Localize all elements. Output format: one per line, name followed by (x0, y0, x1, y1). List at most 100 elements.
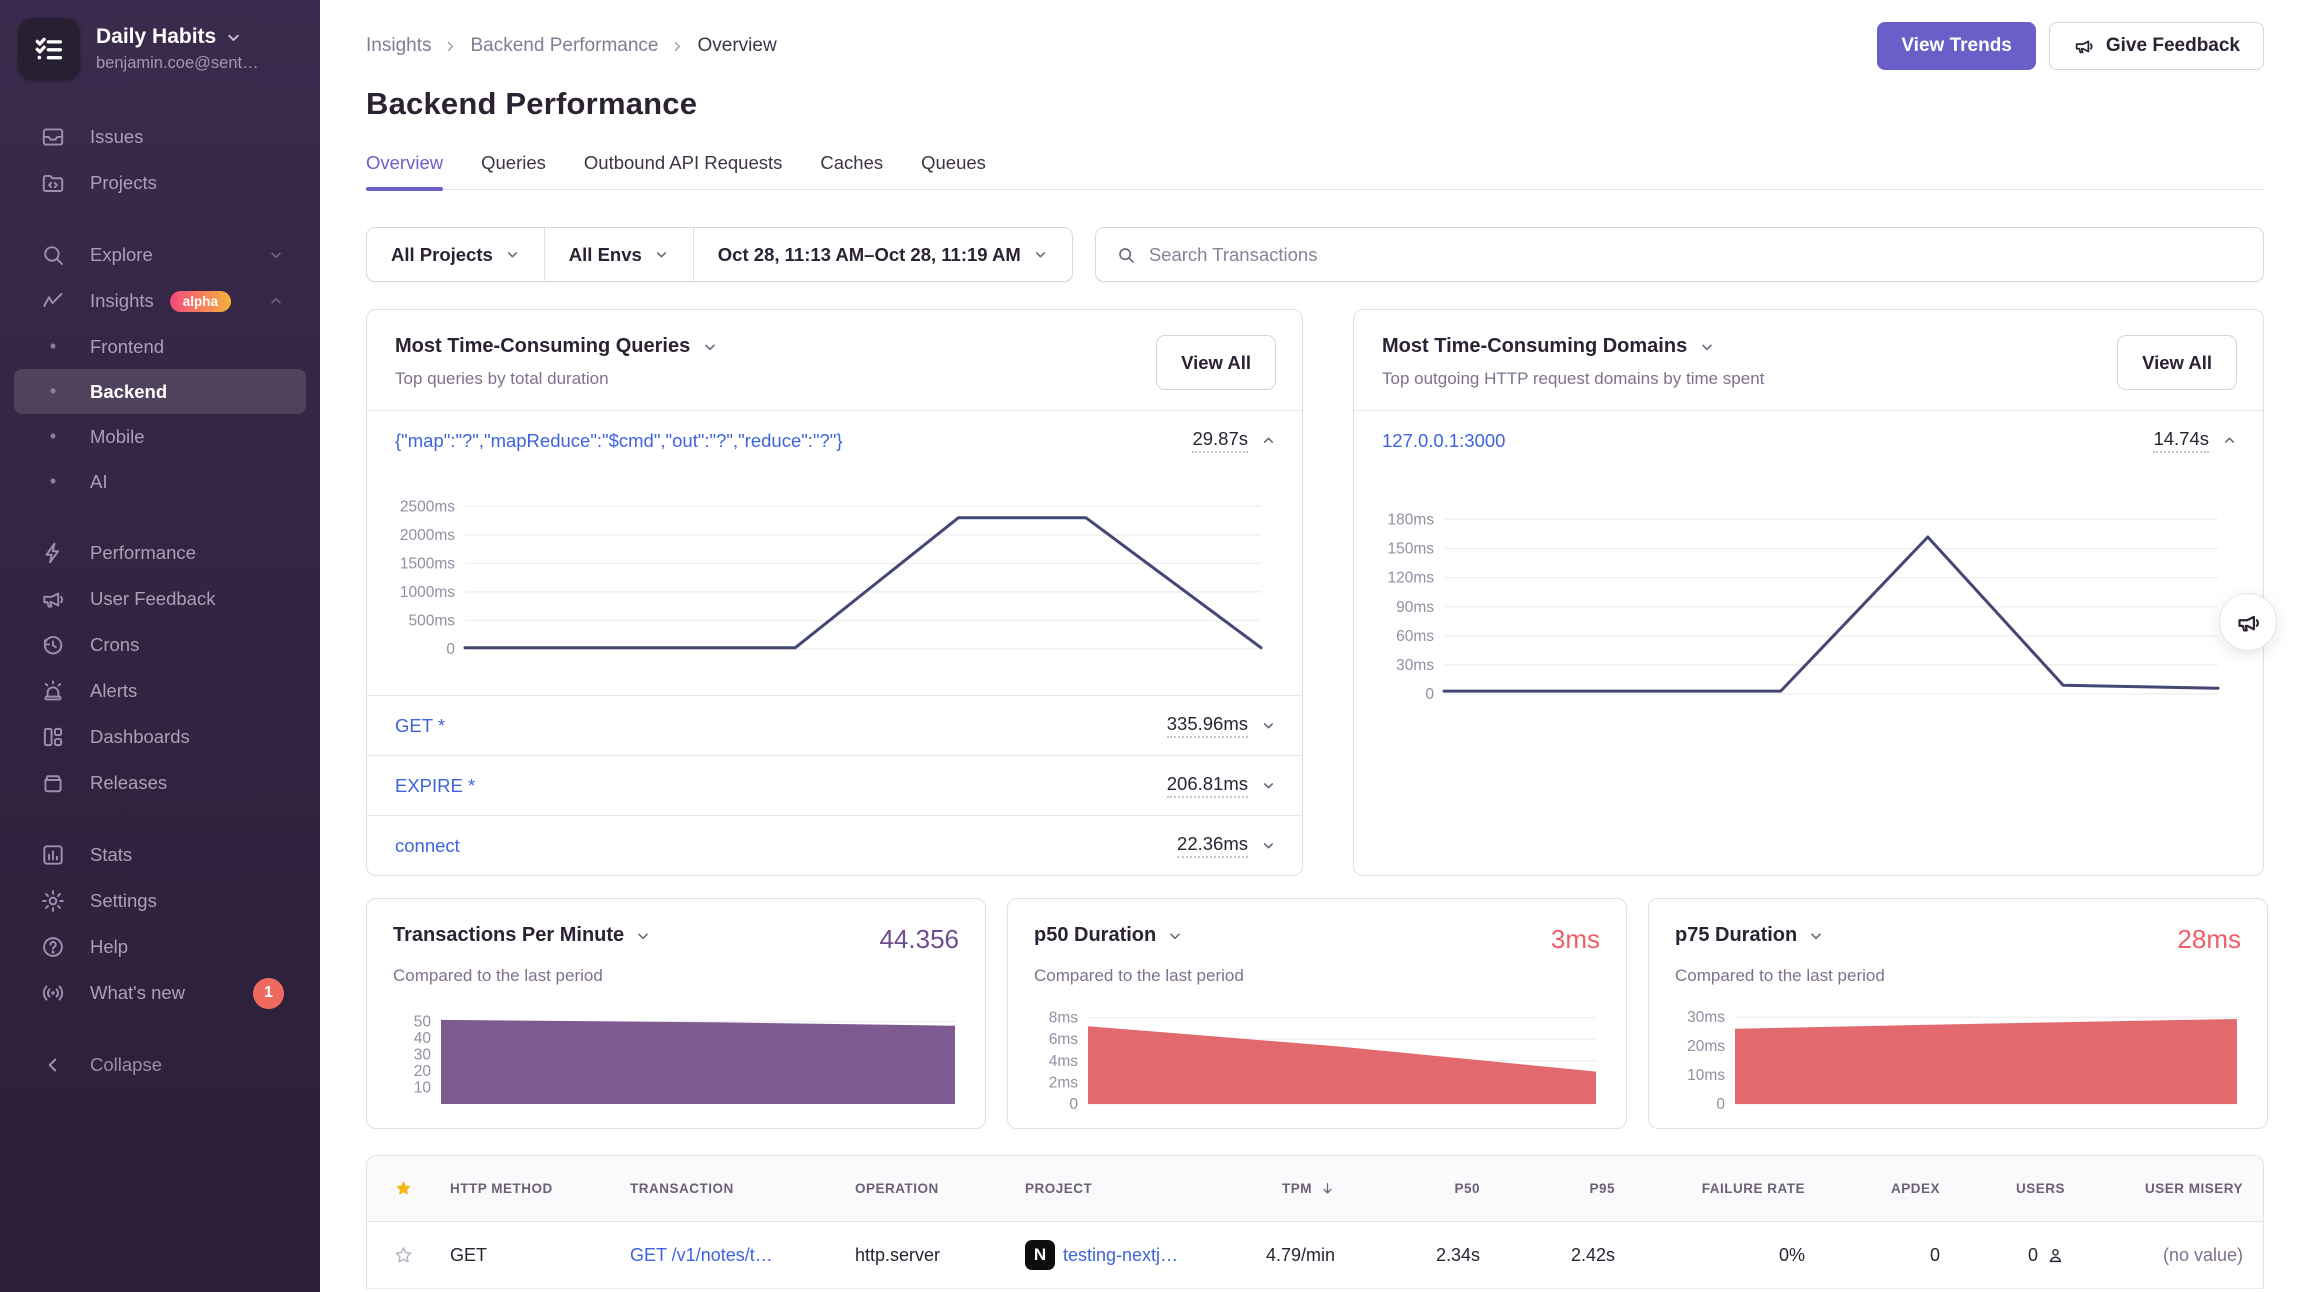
column-header-project[interactable]: PROJECT (1015, 1181, 1215, 1196)
sidebar-item-stats[interactable]: Stats (14, 832, 306, 878)
project-filter[interactable]: All Projects (367, 228, 544, 281)
most-time-consuming-queries-panel: Most Time-Consuming Queries Top queries … (366, 309, 1303, 876)
queries-view-all-button[interactable]: View All (1156, 335, 1276, 390)
tab-queries[interactable]: Queries (481, 152, 546, 189)
sidebar-item-frontend[interactable]: • Frontend (14, 324, 306, 369)
chevron-down-icon[interactable] (702, 339, 718, 355)
sidebar-item-user-feedback[interactable]: User Feedback (14, 576, 306, 622)
transaction-link[interactable]: GET /v1/notes/t… (630, 1245, 773, 1266)
p75-card-subtitle: Compared to the last period (1675, 966, 2241, 986)
chevron-down-icon[interactable] (635, 928, 651, 944)
tab-caches[interactable]: Caches (820, 152, 883, 189)
svg-text:2000ms: 2000ms (400, 527, 455, 544)
search-transactions-box[interactable] (1095, 227, 2264, 282)
svg-text:1500ms: 1500ms (400, 555, 455, 572)
column-header-http-method[interactable]: HTTP METHOD (440, 1181, 620, 1196)
svg-text:0: 0 (1716, 1096, 1725, 1112)
sidebar-item-alerts[interactable]: Alerts (14, 668, 306, 714)
p50-value: 3ms (1551, 924, 1600, 955)
query-link[interactable]: {"map":"?","mapReduce":"$cmd","out":"?",… (395, 430, 843, 452)
sidebar-item-performance[interactable]: Performance (14, 530, 306, 576)
svg-text:120ms: 120ms (1387, 570, 1434, 587)
sidebar-item-explore[interactable]: Explore (14, 232, 306, 278)
p75-value: 28ms (2177, 924, 2241, 955)
svg-text:0: 0 (1425, 686, 1434, 703)
chevron-down-icon[interactable] (1261, 838, 1276, 853)
chevron-down-icon[interactable] (1808, 928, 1824, 944)
star-icon[interactable] (393, 1178, 414, 1199)
sidebar-item-whats-new[interactable]: What's new 1 (14, 970, 306, 1016)
user-email: benjamin.coe@sent… (96, 54, 259, 73)
chevron-down-icon[interactable] (1261, 778, 1276, 793)
insights-icon (40, 288, 66, 314)
tab-outbound-api-requests[interactable]: Outbound API Requests (584, 152, 783, 189)
chevron-down-icon[interactable] (1261, 718, 1276, 733)
breadcrumb-overview: Overview (697, 35, 776, 57)
give-feedback-button[interactable]: Give Feedback (2049, 22, 2264, 70)
floating-feedback-button[interactable] (2219, 593, 2277, 651)
query-total-time[interactable]: 22.36ms (1177, 833, 1248, 858)
tab-queues[interactable]: Queues (921, 152, 986, 189)
sidebar-item-crons[interactable]: Crons (14, 622, 306, 668)
breadcrumb-insights[interactable]: Insights (366, 35, 431, 57)
domains-view-all-button[interactable]: View All (2117, 335, 2237, 390)
column-header-tpm[interactable]: TPM (1215, 1181, 1345, 1196)
column-header-operation[interactable]: OPERATION (845, 1181, 1015, 1196)
query-total-time[interactable]: 206.81ms (1167, 773, 1248, 798)
org-switcher[interactable]: Daily Habits benjamin.coe@sent… (0, 18, 320, 80)
search-icon (40, 242, 66, 268)
sidebar-item-insights[interactable]: Insights alpha (14, 278, 306, 324)
sidebar-item-mobile[interactable]: • Mobile (14, 414, 306, 459)
chevron-up-icon[interactable] (2222, 433, 2237, 448)
domain-link[interactable]: 127.0.0.1:3000 (1382, 430, 1505, 452)
date-range-filter[interactable]: Oct 28, 11:13 AM–Oct 28, 11:19 AM (693, 228, 1072, 281)
svg-text:10: 10 (414, 1080, 432, 1097)
sidebar-collapse-button[interactable]: Collapse (14, 1042, 306, 1088)
sidebar-item-help[interactable]: Help (14, 924, 306, 970)
project-link[interactable]: testing-nextj… (1063, 1245, 1178, 1266)
svg-text:2ms: 2ms (1049, 1074, 1079, 1091)
column-header-p95[interactable]: P95 (1490, 1181, 1625, 1196)
svg-text:0: 0 (446, 641, 455, 658)
sidebar-item-releases[interactable]: Releases (14, 760, 306, 806)
query-total-time[interactable]: 335.96ms (1167, 713, 1248, 738)
query-link[interactable]: EXPIRE * (395, 775, 475, 797)
column-header-user-misery[interactable]: USER MISERY (2075, 1181, 2263, 1196)
domain-total-time[interactable]: 14.74s (2153, 428, 2209, 453)
star-outline-icon[interactable] (393, 1245, 414, 1266)
megaphone-icon (2235, 609, 2262, 636)
query-link[interactable]: connect (395, 835, 460, 857)
column-header-users[interactable]: USERS (1950, 1181, 2075, 1196)
sidebar-item-dashboards[interactable]: Dashboards (14, 714, 306, 760)
column-header-p50[interactable]: P50 (1345, 1181, 1490, 1196)
sidebar-item-ai[interactable]: • AI (14, 459, 306, 504)
chevron-up-icon[interactable] (1261, 433, 1276, 448)
column-header-apdex[interactable]: APDEX (1815, 1181, 1950, 1196)
breadcrumb-backend-performance[interactable]: Backend Performance (470, 35, 658, 57)
queries-duration-chart: 2500ms2000ms1500ms1000ms500ms0 (367, 470, 1302, 695)
column-header-transaction[interactable]: TRANSACTION (620, 1181, 845, 1196)
tab-overview[interactable]: Overview (366, 152, 443, 189)
sidebar-item-backend[interactable]: • Backend (14, 369, 306, 414)
bar-chart-icon (40, 842, 66, 868)
nextjs-project-icon: N (1025, 1240, 1055, 1270)
chevron-down-icon[interactable] (1699, 339, 1715, 355)
view-trends-button[interactable]: View Trends (1877, 22, 2036, 70)
chevron-down-icon[interactable] (1167, 928, 1183, 944)
search-transactions-input[interactable] (1149, 244, 2243, 266)
lightning-icon (40, 540, 66, 566)
query-link[interactable]: GET * (395, 715, 445, 737)
sidebar-item-projects[interactable]: Projects (14, 160, 306, 206)
bullet-icon: • (40, 381, 66, 402)
column-header-failure-rate[interactable]: FAILURE RATE (1625, 1181, 1815, 1196)
environment-filter[interactable]: All Envs (544, 228, 693, 281)
sidebar-item-settings[interactable]: Settings (14, 878, 306, 924)
p75-card-title: p75 Duration (1675, 924, 1797, 947)
sidebar-item-issues[interactable]: Issues (14, 114, 306, 160)
sidebar: Daily Habits benjamin.coe@sent… Issues P… (0, 0, 320, 1292)
query-total-time[interactable]: 29.87s (1192, 428, 1248, 453)
megaphone-icon (40, 586, 66, 612)
cell-apdex: 0 (1815, 1245, 1950, 1266)
query-row: GET * 335.96ms (367, 695, 1302, 755)
help-icon (40, 934, 66, 960)
